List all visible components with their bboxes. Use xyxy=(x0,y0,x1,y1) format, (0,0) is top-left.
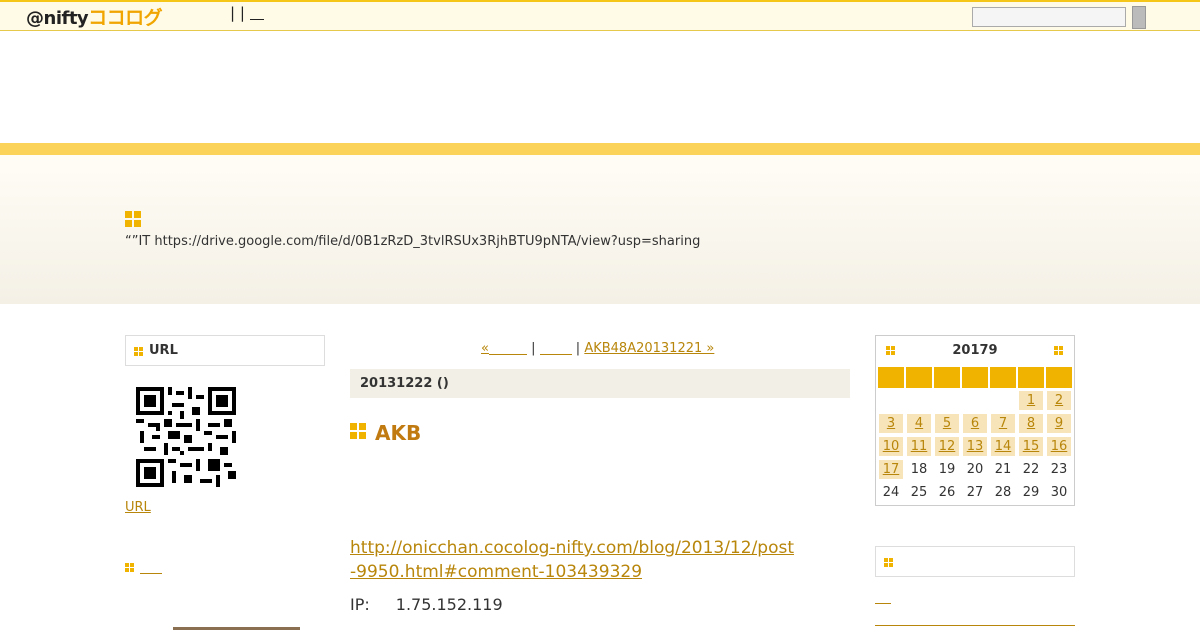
calendar-day[interactable]: 10 xyxy=(879,437,903,456)
ip-label: IP: xyxy=(350,595,370,614)
sidebar-box-right-icon xyxy=(884,558,894,568)
calendar-day[interactable]: 12 xyxy=(935,437,959,456)
calendar-day[interactable]: 4 xyxy=(907,414,931,433)
blog-description: “”IT https://drive.google.com/file/d/0B1… xyxy=(125,234,701,249)
qr-url-link[interactable]: URL xyxy=(125,500,151,515)
blog-header xyxy=(0,155,1200,304)
sidebar-box-right xyxy=(875,546,1075,577)
site-logo[interactable]: @niftyココログ xyxy=(26,3,163,30)
calendar-day: 20 xyxy=(966,462,984,477)
calendar-title: 20179 xyxy=(952,343,998,358)
pager-separator: | xyxy=(531,341,536,356)
calendar-day: 28 xyxy=(994,485,1012,500)
qr-box-icon xyxy=(134,347,144,357)
next-entry-link[interactable]: AKB48A20131221 » xyxy=(584,341,714,356)
calendar-day[interactable]: 2 xyxy=(1047,391,1071,410)
entry-title-icon xyxy=(350,423,367,440)
calendar-day: 22 xyxy=(1022,462,1040,477)
calendar-day: 24 xyxy=(882,485,900,500)
entry-title[interactable]: AKB xyxy=(375,421,421,445)
search-button[interactable] xyxy=(1132,6,1146,29)
calendar-day[interactable]: 13 xyxy=(963,437,987,456)
entry-date: 20131222 () xyxy=(360,376,449,391)
calendar-day: 30 xyxy=(1050,485,1068,500)
calendar-day: 18 xyxy=(910,462,928,477)
qr-box-title: URL xyxy=(125,335,325,366)
top-links: | | xyxy=(230,4,264,22)
calendar-day[interactable]: 9 xyxy=(1047,414,1071,433)
qr-box-label: URL xyxy=(149,343,178,358)
calendar-day: 21 xyxy=(994,462,1012,477)
sidebar-right-link[interactable] xyxy=(875,592,891,604)
calendar-day[interactable]: 6 xyxy=(963,414,987,433)
sidebar-right-divider xyxy=(875,625,1075,626)
entry-comment-link[interactable]: http://onicchan.cocolog-nifty.com/blog/2… xyxy=(350,536,800,584)
calendar-day[interactable]: 3 xyxy=(879,414,903,433)
calendar-day[interactable]: 8 xyxy=(1019,414,1043,433)
header-band xyxy=(0,143,1200,155)
calendar-day[interactable]: 1 xyxy=(1019,391,1043,410)
calendar-day: 19 xyxy=(938,462,956,477)
calendar-day: 29 xyxy=(1022,485,1040,500)
top-links-separators: | | xyxy=(230,4,245,22)
calendar-day[interactable]: 7 xyxy=(991,414,1015,433)
calendar-day[interactable]: 17 xyxy=(879,460,903,479)
entry-date-bar: 20131222 () xyxy=(350,369,850,398)
calendar: 20179 1 2 3 4 5 6 7 8 9 10 11 12 13 14 15 16 17 18 19 20 21 2… xyxy=(875,335,1075,506)
pager-separator: | xyxy=(575,341,581,356)
calendar-next-icon[interactable] xyxy=(1054,346,1064,356)
top-bar: @niftyココログ | | xyxy=(0,0,1200,31)
sidebar-section-link[interactable] xyxy=(140,558,162,574)
calendar-day[interactable]: 11 xyxy=(907,437,931,456)
entry-ip: IP: 1.75.152.119 xyxy=(350,595,503,614)
sidebar-section-icon xyxy=(125,563,134,572)
calendar-day: 27 xyxy=(966,485,984,500)
main-page-link[interactable] xyxy=(539,341,572,356)
calendar-day: 26 xyxy=(938,485,956,500)
ip-value: 1.75.152.119 xyxy=(395,595,503,614)
calendar-day[interactable]: 15 xyxy=(1019,437,1043,456)
prev-entry-link[interactable]: « xyxy=(481,341,527,356)
calendar-day: 25 xyxy=(910,485,928,500)
search-input[interactable] xyxy=(972,7,1126,27)
calendar-day[interactable]: 5 xyxy=(935,414,959,433)
qr-code-image xyxy=(136,387,236,487)
top-link[interactable] xyxy=(249,4,264,20)
calendar-day[interactable]: 16 xyxy=(1047,437,1071,456)
logo-brand: ココログ xyxy=(88,7,163,29)
calendar-day[interactable]: 14 xyxy=(991,437,1015,456)
header-quad-icon xyxy=(125,211,142,228)
entry-pager: « | | AKB48A20131221 » xyxy=(481,341,714,356)
calendar-day: 23 xyxy=(1050,462,1068,477)
logo-prefix: @nifty xyxy=(26,8,89,29)
